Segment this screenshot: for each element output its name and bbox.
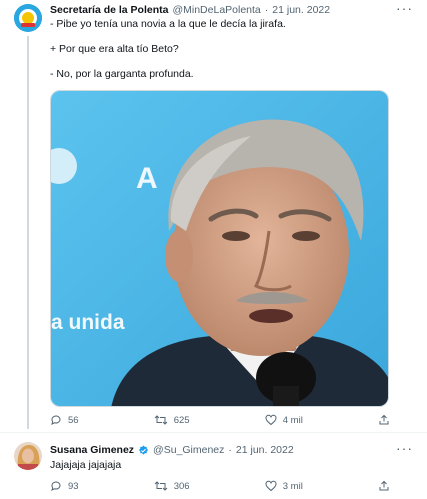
verified-badge-icon <box>138 444 149 455</box>
tweet-reply[interactable]: Susana Gimenez @Su_Gimenez · 21 jun. 202… <box>0 432 427 499</box>
retweet-icon <box>154 481 168 491</box>
reply-action[interactable]: 93 <box>50 480 79 492</box>
tweet-header: Susana Gimenez @Su_Gimenez · 21 jun. 202… <box>50 444 294 456</box>
image-overlay-letter: A <box>136 162 158 195</box>
more-icon[interactable]: ··· <box>396 0 413 16</box>
retweet-count: 625 <box>173 414 190 426</box>
avatar-photo-icon <box>14 442 42 470</box>
separator: · <box>264 4 269 16</box>
tweet-date[interactable]: 21 jun. 2022 <box>272 4 330 16</box>
tweet-text-line-3: - No, por la garganta profunda. <box>50 68 194 80</box>
retweet-icon <box>154 415 168 425</box>
like-action[interactable]: 4 mil <box>265 414 303 426</box>
like-icon <box>265 480 277 492</box>
tweet-text-line-2: + Por que era alta tío Beto? <box>50 43 179 55</box>
author-handle[interactable]: @MinDeLaPolenta <box>172 4 260 16</box>
like-count: 4 mil <box>282 414 303 426</box>
share-action[interactable] <box>378 414 390 426</box>
tweet-text-line-1: - Pibe yo tenía una novia a la que le de… <box>50 18 286 30</box>
reply-icon <box>51 415 61 426</box>
avatar-logo-icon <box>14 4 42 32</box>
reply-count: 93 <box>68 480 79 492</box>
thread-line <box>27 36 29 429</box>
retweet-count: 306 <box>173 480 190 492</box>
share-icon <box>379 414 389 425</box>
share-icon <box>379 480 389 491</box>
avatar-secretaria[interactable] <box>14 4 42 32</box>
like-icon <box>265 414 277 426</box>
avatar-susana[interactable] <box>14 442 42 470</box>
author-name[interactable]: Susana Gimenez <box>50 444 134 456</box>
retweet-action[interactable]: 625 <box>154 414 190 426</box>
like-count: 3 mil <box>282 480 303 492</box>
retweet-action[interactable]: 306 <box>154 480 190 492</box>
author-handle[interactable]: @Su_Gimenez <box>153 444 224 456</box>
image-overlay-words: a unida <box>51 311 125 334</box>
tweet-date[interactable]: 21 jun. 2022 <box>236 444 294 456</box>
tweet-text: Jajajaja jajajaja <box>50 459 122 471</box>
reply-icon <box>51 481 61 492</box>
photo-man-speaking: A a unida <box>51 91 388 406</box>
reply-action[interactable]: 56 <box>50 414 79 426</box>
tweet-image[interactable]: A a unida <box>50 90 389 407</box>
separator: · <box>228 444 232 456</box>
author-name[interactable]: Secretaría de la Polenta <box>50 4 168 16</box>
more-icon[interactable]: ··· <box>396 440 413 456</box>
share-action[interactable] <box>378 480 390 492</box>
tweet-actions: 56 625 4 mil <box>50 414 390 426</box>
like-action[interactable]: 3 mil <box>265 480 303 492</box>
tweet-actions: 93 306 3 mil <box>50 480 390 492</box>
reply-count: 56 <box>68 414 79 426</box>
tweet-header: Secretaría de la Polenta @MinDeLaPolenta… <box>50 4 330 16</box>
tweet-main[interactable]: Secretaría de la Polenta @MinDeLaPolenta… <box>0 0 427 430</box>
